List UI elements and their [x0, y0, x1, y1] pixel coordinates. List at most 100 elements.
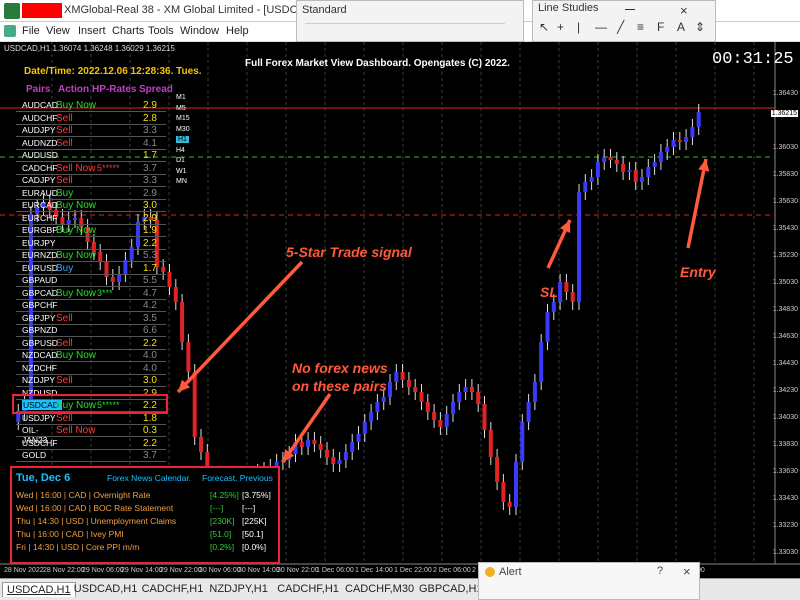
pair-spread: 4.0 [143, 350, 157, 361]
standard-toolbar: Standard [296, 0, 524, 42]
menu-file[interactable]: File [22, 25, 40, 37]
menu-window[interactable]: Window [180, 25, 219, 37]
candle-body [199, 437, 203, 452]
candle-body [381, 397, 386, 402]
chart-tab[interactable]: NZDJPY,H1 [205, 582, 271, 596]
alert-close-button[interactable]: × [683, 564, 691, 579]
horizontal-line-tool-icon[interactable]: — [595, 20, 607, 34]
news-previous: [0.0%] [242, 542, 267, 552]
menu-tools[interactable]: Tools [148, 25, 174, 37]
cursor-tool-icon[interactable]: ↖ [539, 20, 549, 34]
timeframe-w1[interactable]: W1 [176, 168, 187, 175]
candle-body [545, 312, 550, 342]
pair-action: Buy [56, 262, 74, 274]
time-label: 1 Dec 14:00 [355, 567, 393, 574]
menu-insert[interactable]: Insert [78, 25, 106, 37]
candle-body [633, 170, 638, 182]
pair-spread: 4.1 [143, 137, 157, 149]
menu-view[interactable]: View [46, 25, 70, 37]
time-label: 28 Nov 2022 [4, 567, 44, 574]
chart-tab[interactable]: GBPCAD,H1 [415, 582, 487, 596]
timeframe-d1[interactable]: D1 [176, 157, 185, 164]
timeframe-m30[interactable]: M30 [176, 126, 190, 133]
news-calendar-label: Forex News Calendar. [107, 473, 192, 483]
pair-name: AUDUSD [22, 150, 58, 160]
crosshair-tool-icon[interactable]: + [557, 20, 564, 34]
news-previous: [3.75%] [242, 490, 271, 500]
timeframe-mn[interactable]: MN [176, 178, 187, 185]
chart-tab[interactable]: USDCAD,H1 [2, 582, 76, 597]
pair-action: Buy Now [56, 287, 97, 299]
candle-body [110, 277, 115, 282]
pair-spread: 2.9 [143, 187, 157, 199]
time-label: 30 Nov 22:00 [277, 567, 319, 574]
news-forecast: [51.0] [210, 529, 232, 539]
candle-body [337, 460, 342, 464]
candle-body [173, 287, 178, 302]
pair-action: Sell [56, 337, 73, 349]
price-label: 1.34430 [772, 360, 798, 367]
price-label: 1.34230 [772, 387, 798, 394]
pair-spread: 3.3 [143, 125, 157, 136]
timeframe-h1[interactable]: H1 [176, 136, 189, 143]
menu-help[interactable]: Help [226, 25, 249, 37]
chart-tab[interactable]: USDCAD,H1 [70, 582, 142, 596]
candle-body [406, 380, 411, 387]
vertical-line-tool-icon[interactable]: | [577, 20, 580, 34]
candle-body [180, 302, 185, 342]
entry-arrow-head [698, 159, 710, 172]
chart-tab[interactable]: CADCHF,M30 [341, 582, 418, 596]
time-label: 28 Nov 22:00 [43, 567, 85, 574]
candle-body [117, 274, 122, 282]
candle-body [640, 177, 644, 182]
candle-body [690, 127, 695, 137]
arrows-tool-icon[interactable]: ⇕ [695, 20, 705, 34]
chart-tab[interactable]: CADCHF,H1 [138, 582, 208, 596]
candle-body [621, 164, 626, 172]
pair-stars: 5***** [97, 162, 120, 173]
chart-tab[interactable]: CADCHF,H1 [273, 582, 343, 596]
pair-name: EURCHF [22, 212, 58, 223]
trendline-tool-icon[interactable]: ╱ [617, 20, 624, 34]
menu-charts[interactable]: Charts [112, 25, 144, 37]
pair-name: NZDCHF [22, 362, 57, 373]
pair-spread: 5.3 [143, 250, 157, 261]
chart-area[interactable]: USDCAD,H1 1.36074 1.36248 1.36029 1.3621… [0, 42, 800, 578]
price-label: 1.35630 [772, 198, 798, 205]
text-tool-icon[interactable]: A [677, 20, 685, 34]
timeframe-m15[interactable]: M15 [176, 115, 190, 122]
annotation-news-2: on these pairs [292, 378, 387, 394]
time-label: 2 Dec 06:00 [433, 567, 471, 574]
price-label: 1.36430 [772, 90, 798, 97]
candle-body [425, 402, 430, 412]
app-menu-icon[interactable] [4, 25, 16, 37]
timeframe-m1[interactable]: M1 [176, 94, 186, 101]
pair-spread: 2.2 [143, 237, 157, 249]
candle-body [589, 177, 594, 182]
pair-name: GBPNZD [22, 325, 58, 335]
candle-body [532, 382, 537, 402]
candle-body [583, 182, 588, 192]
close-window-icon[interactable]: × [680, 3, 688, 18]
timeframe-m5[interactable]: M5 [176, 105, 186, 112]
news-forecast: [4.25%] [210, 490, 239, 500]
news-event: Wed | 16:00 | CAD | BOC Rate Statement [16, 503, 174, 513]
candle-body [438, 420, 443, 427]
pair-spread: 2.2 [143, 437, 157, 449]
fibonacci-tool-icon[interactable]: F [657, 20, 664, 34]
price-label: 1.34030 [772, 414, 798, 421]
timeframe-h4[interactable]: H4 [176, 147, 185, 154]
minimize-window-icon[interactable] [625, 9, 635, 10]
candle-body [369, 412, 374, 422]
annotation-entry: Entry [680, 264, 716, 280]
alert-help-button[interactable]: ? [657, 565, 663, 577]
channel-tool-icon[interactable]: ≡ [637, 20, 644, 34]
pair-action: Sell [56, 112, 73, 124]
price-label: 1.35230 [772, 252, 798, 259]
candle-body [514, 462, 518, 507]
news-event: Fri | 14:30 | USD | Core PPI m/m [16, 542, 140, 552]
candle-body [343, 452, 348, 460]
news-arrow [281, 393, 332, 463]
candle-body [539, 342, 544, 382]
candle-body [564, 282, 569, 292]
